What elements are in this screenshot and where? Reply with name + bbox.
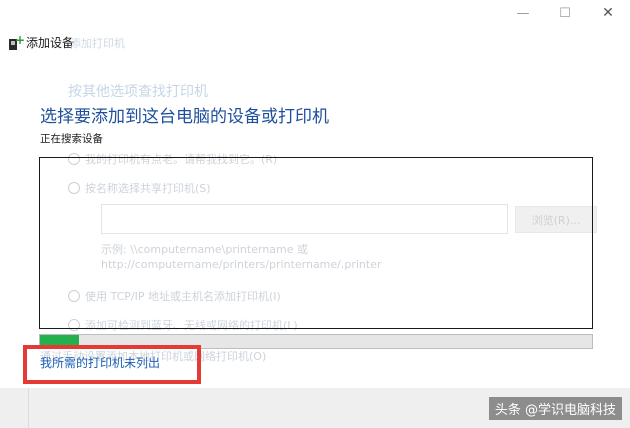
page-title: 选择要添加到这台电脑的设备或打印机 <box>40 107 329 127</box>
window-controls: — ☐ ✕ <box>502 0 630 26</box>
highlight-annotation <box>23 345 201 384</box>
ghost-back-title: 添加打印机 <box>70 37 125 50</box>
watermark: 头条 @学识电脑科技 <box>488 397 622 420</box>
device-list[interactable] <box>39 157 593 329</box>
footer-divider <box>28 388 29 428</box>
search-status: 正在搜索设备 <box>40 133 103 145</box>
app-title: 添加设备 <box>26 36 75 50</box>
close-button[interactable]: ✕ <box>586 0 630 26</box>
minimize-button[interactable]: — <box>502 0 544 26</box>
maximize-button[interactable]: ☐ <box>544 0 586 26</box>
add-device-icon: + <box>8 34 25 51</box>
app-header: + 添加设备 <box>8 34 74 51</box>
ghost-heading: 按其他选项查找打印机 <box>68 84 208 100</box>
